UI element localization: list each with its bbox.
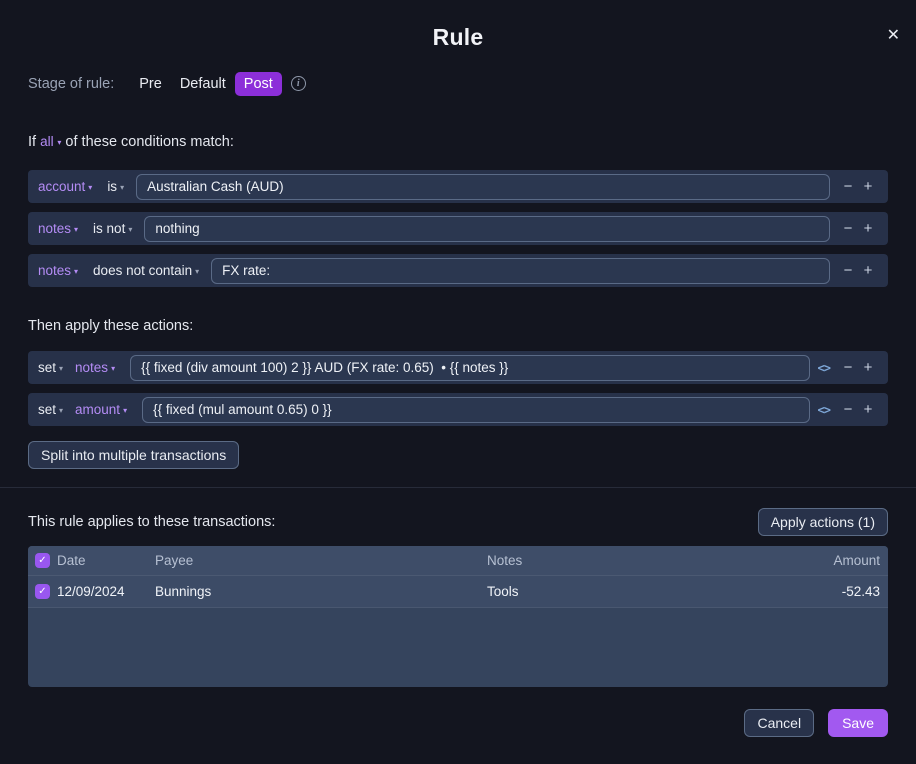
stage-row: Stage of rule: Pre Default Post i bbox=[28, 70, 888, 97]
table-header-row: ✓ Date Payee Notes Amount bbox=[28, 546, 888, 576]
chevron-down-icon: ▾ bbox=[57, 138, 61, 147]
split-button-wrap: Split into multiple transactions bbox=[28, 441, 888, 468]
footer: Cancel Save bbox=[28, 709, 888, 737]
conditions-prefix: If bbox=[28, 134, 36, 150]
action-op-select[interactable]: set▾ bbox=[38, 360, 63, 375]
condition-op-select[interactable]: is not▾ bbox=[93, 221, 132, 236]
stage-label: Stage of rule: bbox=[28, 76, 114, 92]
remove-condition-button[interactable]: − bbox=[838, 221, 858, 236]
transactions-table: ✓ Date Payee Notes Amount ✓ 12/09/2024 B… bbox=[28, 546, 888, 687]
column-header-notes[interactable]: Notes bbox=[487, 553, 778, 568]
condition-op-select[interactable]: is▾ bbox=[107, 179, 124, 194]
cell-amount: -52.43 bbox=[778, 584, 888, 599]
apply-actions-button[interactable]: Apply actions (1) bbox=[758, 508, 888, 536]
condition-row: notes▾ does not contain▾ − + bbox=[28, 254, 888, 287]
action-row: set▾ amount▾ <> − + bbox=[28, 393, 888, 426]
split-transactions-button[interactable]: Split into multiple transactions bbox=[28, 441, 239, 469]
match-op-select[interactable]: all ▾ bbox=[40, 134, 61, 149]
info-icon[interactable]: i bbox=[291, 76, 306, 91]
action-row: set▾ notes▾ <> − + bbox=[28, 351, 888, 384]
remove-condition-button[interactable]: − bbox=[838, 179, 858, 194]
page-title: Rule bbox=[0, 24, 916, 51]
table-row[interactable]: ✓ 12/09/2024 Bunnings Tools -52.43 bbox=[28, 576, 888, 608]
condition-field-select[interactable]: notes▾ bbox=[38, 263, 78, 278]
stage-option-default[interactable]: Default bbox=[171, 72, 235, 96]
stage-option-pre[interactable]: Pre bbox=[130, 72, 171, 96]
cell-date: 12/09/2024 bbox=[57, 584, 155, 599]
condition-row: account▾ is▾ − + bbox=[28, 170, 888, 203]
action-rows: set▾ notes▾ <> − + set▾ amount▾ <> − + bbox=[28, 351, 888, 426]
template-code-icon[interactable]: <> bbox=[818, 361, 830, 375]
add-condition-button[interactable]: + bbox=[858, 179, 878, 194]
add-action-button[interactable]: + bbox=[858, 360, 878, 375]
chevron-down-icon: ▾ bbox=[123, 406, 127, 415]
column-header-amount[interactable]: Amount bbox=[778, 553, 888, 568]
stage-option-post[interactable]: Post bbox=[235, 72, 282, 96]
dialog-header: Rule ✕ bbox=[0, 0, 916, 52]
cell-notes: Tools bbox=[487, 584, 778, 599]
condition-value-input[interactable] bbox=[136, 174, 830, 200]
save-button[interactable]: Save bbox=[828, 709, 888, 737]
chevron-down-icon: ▾ bbox=[120, 183, 124, 192]
chevron-down-icon: ▾ bbox=[74, 225, 78, 234]
action-value-input[interactable] bbox=[130, 355, 809, 381]
condition-field-select[interactable]: notes▾ bbox=[38, 221, 78, 236]
condition-row: notes▾ is not▾ − + bbox=[28, 212, 888, 245]
add-condition-button[interactable]: + bbox=[858, 263, 878, 278]
row-checkbox[interactable]: ✓ bbox=[35, 584, 50, 599]
conditions-suffix: of these conditions match: bbox=[65, 134, 233, 150]
condition-rows: account▾ is▾ − + notes▾ is not▾ − + note… bbox=[28, 170, 888, 287]
conditions-heading: If all ▾ of these conditions match: bbox=[28, 134, 888, 151]
chevron-down-icon: ▾ bbox=[128, 225, 132, 234]
close-icon[interactable]: ✕ bbox=[887, 28, 900, 44]
stage-options: Pre Default Post bbox=[130, 72, 282, 96]
add-action-button[interactable]: + bbox=[858, 402, 878, 417]
action-field-select[interactable]: notes▾ bbox=[75, 360, 115, 375]
condition-op-select[interactable]: does not contain▾ bbox=[93, 263, 199, 278]
divider bbox=[0, 487, 916, 488]
actions-heading: Then apply these actions: bbox=[28, 318, 888, 335]
remove-condition-button[interactable]: − bbox=[838, 263, 858, 278]
chevron-down-icon: ▾ bbox=[59, 406, 63, 415]
chevron-down-icon: ▾ bbox=[74, 267, 78, 276]
condition-value-input[interactable] bbox=[211, 258, 830, 284]
template-code-icon[interactable]: <> bbox=[818, 403, 830, 417]
transactions-heading: This rule applies to these transactions: bbox=[28, 514, 275, 530]
condition-value-input[interactable] bbox=[144, 216, 830, 242]
remove-action-button[interactable]: − bbox=[838, 402, 858, 417]
column-header-payee[interactable]: Payee bbox=[155, 553, 487, 568]
remove-action-button[interactable]: − bbox=[838, 360, 858, 375]
add-condition-button[interactable]: + bbox=[858, 221, 878, 236]
cell-payee: Bunnings bbox=[155, 584, 487, 599]
chevron-down-icon: ▾ bbox=[88, 183, 92, 192]
cancel-button[interactable]: Cancel bbox=[744, 709, 814, 737]
chevron-down-icon: ▾ bbox=[59, 364, 63, 373]
condition-field-select[interactable]: account▾ bbox=[38, 179, 92, 194]
action-field-select[interactable]: amount▾ bbox=[75, 402, 127, 417]
transactions-header: This rule applies to these transactions:… bbox=[28, 507, 888, 536]
column-header-date[interactable]: Date bbox=[57, 553, 155, 568]
chevron-down-icon: ▾ bbox=[111, 364, 115, 373]
action-value-input[interactable] bbox=[142, 397, 809, 423]
chevron-down-icon: ▾ bbox=[195, 267, 199, 276]
action-op-select[interactable]: set▾ bbox=[38, 402, 63, 417]
select-all-checkbox[interactable]: ✓ bbox=[35, 553, 50, 568]
